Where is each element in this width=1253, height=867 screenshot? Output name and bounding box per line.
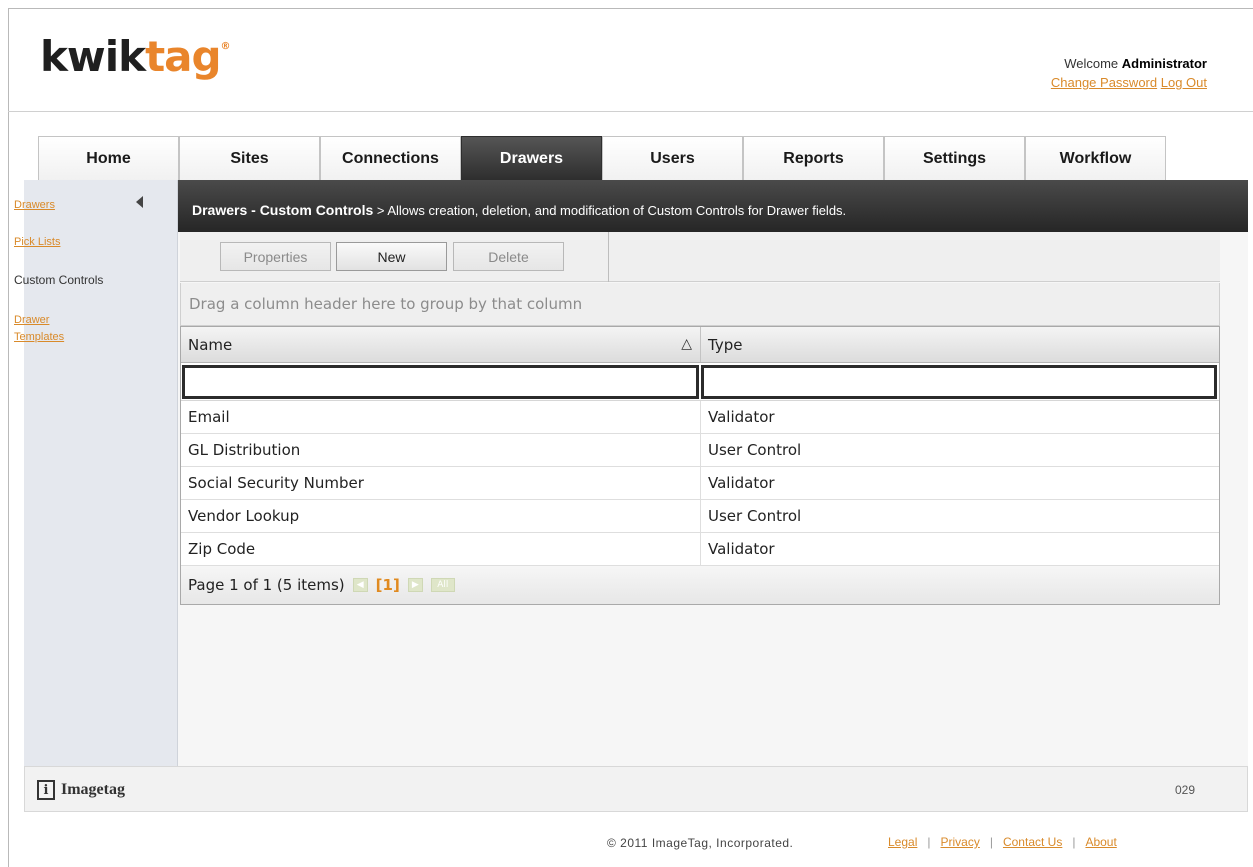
- cell-type: Validator: [708, 540, 775, 558]
- grid-header: Name △ Type: [181, 327, 1219, 363]
- table-row[interactable]: Vendor Lookup User Control: [181, 500, 1219, 533]
- new-button[interactable]: New: [336, 242, 447, 271]
- logo-kwik: kwik: [40, 32, 146, 81]
- toolbar-separator: [608, 232, 609, 282]
- contact-us-link[interactable]: Contact Us: [1003, 835, 1062, 849]
- tab-reports[interactable]: Reports: [743, 136, 884, 180]
- prev-page-icon[interactable]: ◀: [352, 578, 368, 592]
- link-separator: |: [1072, 835, 1076, 849]
- column-header-type[interactable]: Type: [701, 327, 1219, 362]
- table-row[interactable]: GL Distribution User Control: [181, 434, 1219, 467]
- properties-button[interactable]: Properties: [220, 242, 331, 271]
- cell-type: User Control: [708, 441, 802, 459]
- sort-ascending-icon: △: [681, 336, 692, 352]
- imagetag-logo[interactable]: i Imagetag: [37, 780, 125, 800]
- change-password-link[interactable]: Change Password: [1051, 75, 1157, 90]
- type-filter-input[interactable]: [701, 365, 1217, 399]
- tab-home[interactable]: Home: [38, 136, 179, 180]
- collapse-sidebar-icon[interactable]: [136, 196, 143, 208]
- content-header: Drawers - Custom Controls > Allows creat…: [178, 180, 1248, 232]
- table-row[interactable]: Social Security Number Validator: [181, 467, 1219, 500]
- copyright: © 2011 ImageTag, Incorporated.: [607, 836, 794, 850]
- imagetag-brand: Imagetag: [61, 781, 125, 798]
- logo-tag: tag: [145, 32, 221, 81]
- cell-name: Vendor Lookup: [181, 500, 701, 532]
- group-by-panel[interactable]: Drag a column header here to group by th…: [180, 283, 1220, 326]
- link-separator: |: [989, 835, 993, 849]
- next-page-icon[interactable]: ▶: [407, 578, 423, 592]
- tab-users[interactable]: Users: [602, 136, 743, 180]
- column-header-type-label: Type: [708, 335, 743, 354]
- table-row[interactable]: Email Validator: [181, 401, 1219, 434]
- cell-type: Validator: [708, 408, 775, 426]
- about-link[interactable]: About: [1085, 835, 1116, 849]
- current-page[interactable]: [1]: [376, 576, 400, 594]
- grid-pager: Page 1 of 1 (5 items) ◀ [1] ▶ All: [181, 566, 1219, 604]
- cell-name: Zip Code: [181, 533, 701, 565]
- sidebar: [24, 180, 178, 766]
- logout-link[interactable]: Log Out: [1161, 75, 1207, 90]
- welcome-text: Welcome: [1064, 56, 1119, 71]
- footer-bar: [24, 766, 1248, 812]
- column-header-name-label: Name: [188, 335, 233, 354]
- tab-workflow[interactable]: Workflow: [1025, 136, 1166, 180]
- version-code: 029: [1174, 783, 1195, 797]
- sidebar-item-drawers[interactable]: Drawers: [14, 198, 55, 213]
- custom-controls-grid: Name △ Type Email Validator GL Distribut…: [180, 326, 1220, 605]
- tab-drawers[interactable]: Drawers: [461, 136, 602, 180]
- show-all-button[interactable]: All: [430, 578, 455, 592]
- link-separator: |: [927, 835, 931, 849]
- imagetag-info-icon: i: [37, 780, 55, 800]
- tab-sites[interactable]: Sites: [179, 136, 320, 180]
- column-header-name[interactable]: Name △: [181, 327, 701, 362]
- page-title: Drawers - Custom Controls: [192, 202, 374, 218]
- pager-summary: Page 1 of 1 (5 items): [188, 576, 345, 594]
- sidebar-item-custom-controls: Custom Controls: [14, 273, 104, 287]
- filter-row: [181, 363, 1219, 401]
- page-description: > Allows creation, deletion, and modific…: [373, 203, 847, 218]
- main-tabs: Home Sites Connections Drawers Users Rep…: [38, 136, 1166, 180]
- welcome-user: Administrator: [1121, 56, 1207, 71]
- welcome-panel: Welcome Administrator Change Password Lo…: [1051, 54, 1207, 92]
- name-filter-input[interactable]: [182, 365, 699, 399]
- sidebar-item-drawer-templates-line2[interactable]: Templates: [14, 330, 64, 345]
- header-divider: [8, 111, 1253, 112]
- cell-name: GL Distribution: [181, 434, 701, 466]
- tab-settings[interactable]: Settings: [884, 136, 1025, 180]
- legal-link[interactable]: Legal: [888, 835, 917, 849]
- kwiktag-logo[interactable]: kwiktag®: [40, 36, 231, 78]
- delete-button[interactable]: Delete: [453, 242, 564, 271]
- tab-connections[interactable]: Connections: [320, 136, 461, 180]
- sidebar-item-pick-lists[interactable]: Pick Lists: [14, 235, 60, 250]
- privacy-link[interactable]: Privacy: [941, 835, 980, 849]
- footer-links: Legal | Privacy | Contact Us | About: [888, 835, 1117, 849]
- cell-name: Social Security Number: [181, 467, 701, 499]
- logo-registered-mark: ®: [220, 41, 231, 52]
- sidebar-item-drawer-templates-line1[interactable]: Drawer: [14, 313, 49, 328]
- cell-type: Validator: [708, 474, 775, 492]
- cell-type: User Control: [708, 507, 802, 525]
- table-row[interactable]: Zip Code Validator: [181, 533, 1219, 566]
- cell-name: Email: [181, 401, 701, 433]
